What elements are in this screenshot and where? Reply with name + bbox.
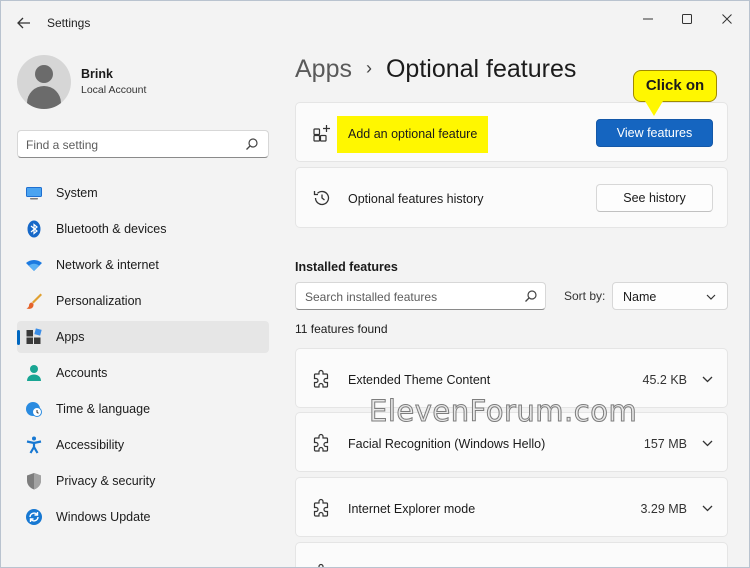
chevron-down-icon[interactable] (702, 375, 713, 383)
sidebar-item-label: System (56, 186, 98, 200)
sidebar-item-label: Accounts (56, 366, 108, 380)
sidebar-item-label: Apps (56, 330, 85, 344)
apps-icon (26, 328, 42, 344)
settings-window: Settings Brink Local Account System Blue… (0, 0, 750, 568)
view-features-button[interactable]: View features (596, 119, 713, 147)
sidebar-item-label: Accessibility (56, 438, 125, 452)
sidebar-item-label: Time & language (56, 402, 151, 416)
installed-search-input[interactable] (305, 288, 515, 306)
find-setting-box[interactable] (17, 130, 269, 158)
title-bar: Settings (1, 1, 749, 43)
chevron-down-icon[interactable] (702, 439, 713, 447)
sidebar-item-accounts[interactable]: Accounts (17, 357, 269, 389)
chevron-down-icon (706, 294, 716, 300)
feature-row-partial[interactable] (295, 542, 728, 567)
sidebar-item-system[interactable]: System (17, 177, 269, 209)
find-setting-input[interactable] (26, 136, 236, 154)
breadcrumb-apps-link[interactable]: Apps (295, 55, 352, 83)
shield-icon (27, 473, 41, 490)
clock-globe-icon (26, 402, 42, 417)
sort-dropdown[interactable]: Name (612, 282, 728, 310)
sidebar-item-personalization[interactable]: Personalization (17, 285, 269, 317)
sort-label: Sort by: (564, 289, 606, 303)
add-grid-icon (313, 125, 330, 142)
puzzle-icon (318, 563, 324, 567)
search-icon[interactable] (524, 289, 538, 303)
add-feature-label: Add an optional feature (348, 127, 478, 141)
close-button[interactable] (714, 9, 740, 29)
maximize-icon (682, 14, 692, 24)
see-history-button[interactable]: See history (596, 184, 713, 212)
sidebar-item-privacy[interactable]: Privacy & security (17, 465, 269, 497)
feature-size: 45.2 KB (642, 373, 687, 387)
page-title: Optional features (385, 55, 577, 83)
update-icon (26, 509, 42, 525)
sidebar-item-label: Windows Update (56, 510, 151, 524)
window-title: Settings (47, 16, 91, 30)
callout-bubble: Click on (633, 70, 717, 102)
sidebar-item-bluetooth[interactable]: Bluetooth & devices (17, 213, 269, 245)
system-icon (26, 187, 42, 200)
accessibility-icon (26, 436, 42, 454)
puzzle-icon (313, 433, 329, 452)
puzzle-icon (313, 369, 329, 388)
person-icon (27, 365, 41, 381)
feature-name: Internet Explorer mode (348, 502, 476, 516)
puzzle-icon (313, 498, 329, 517)
sidebar-item-label: Network & internet (56, 258, 159, 272)
minimize-button[interactable] (635, 9, 661, 29)
history-label: Optional features history (348, 192, 484, 206)
sidebar-item-accessibility[interactable]: Accessibility (17, 429, 269, 461)
minimize-icon (643, 18, 653, 20)
feature-row[interactable]: Internet Explorer mode 3.29 MB (295, 477, 728, 537)
back-arrow-icon (17, 17, 30, 29)
installed-features-heading: Installed features (295, 260, 398, 274)
sort-value: Name (623, 290, 657, 304)
account-type: Local Account (81, 84, 147, 96)
sidebar-nav: System Bluetooth & devices Network & int… (17, 177, 269, 537)
feature-size: 3.29 MB (640, 502, 687, 516)
history-icon (313, 190, 330, 206)
sidebar-item-label: Privacy & security (56, 474, 156, 488)
chevron-down-icon[interactable] (702, 504, 713, 512)
avatar[interactable] (17, 55, 71, 109)
feature-size: 157 MB (643, 437, 687, 451)
watermark: ElevenForum.com (368, 394, 638, 429)
chevron-right-icon: › (365, 58, 372, 78)
brush-icon (26, 293, 42, 309)
sidebar-item-label: Personalization (56, 294, 142, 308)
maximize-button[interactable] (674, 9, 700, 29)
feature-name: Extended Theme Content (348, 373, 491, 387)
sidebar-item-apps[interactable]: Apps (17, 321, 269, 353)
sidebar-item-windows-update[interactable]: Windows Update (17, 501, 269, 533)
features-found-count: 11 features found (295, 322, 388, 336)
wifi-icon (26, 259, 42, 271)
avatar-body (27, 86, 61, 109)
breadcrumb: Apps › Optional features (295, 55, 576, 89)
sidebar-item-time-language[interactable]: Time & language (17, 393, 269, 425)
close-icon (722, 14, 732, 24)
sidebar-item-label: Bluetooth & devices (56, 222, 167, 236)
feature-name: Facial Recognition (Windows Hello) (348, 437, 546, 451)
installed-search-box[interactable] (295, 282, 546, 310)
avatar-head (35, 65, 53, 83)
user-name: Brink (81, 67, 113, 81)
bluetooth-icon (27, 220, 41, 238)
sidebar-item-network[interactable]: Network & internet (17, 249, 269, 281)
back-button[interactable] (11, 11, 37, 35)
callout-tail (645, 101, 663, 116)
search-icon[interactable] (245, 137, 259, 151)
